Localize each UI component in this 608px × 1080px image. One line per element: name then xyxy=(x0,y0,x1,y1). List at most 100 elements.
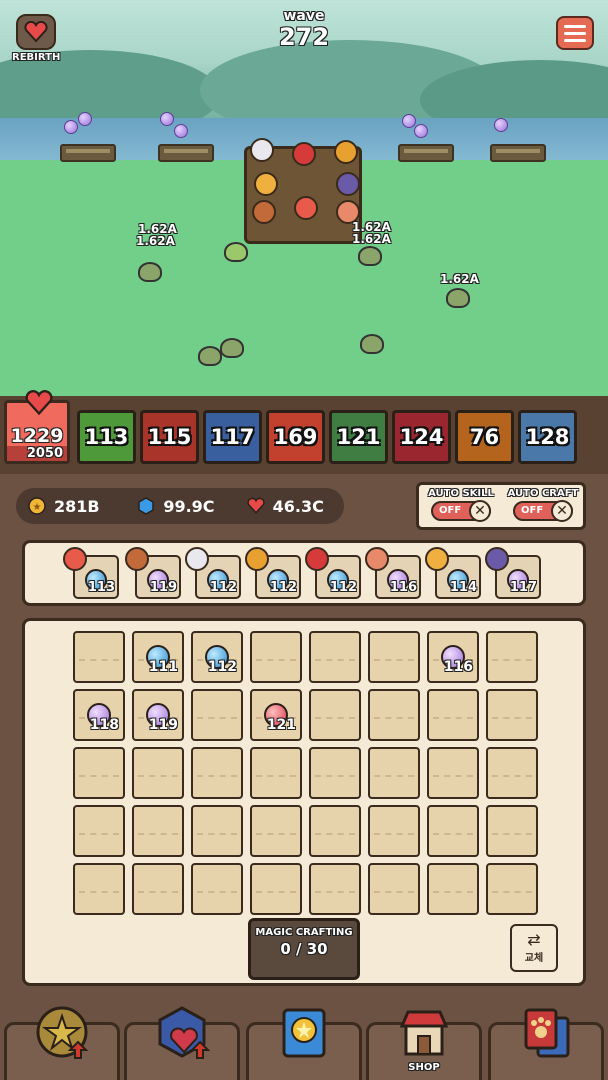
hero-slot[interactable]: 117 xyxy=(485,547,541,599)
hero-avatar xyxy=(485,547,509,571)
hero-slot[interactable]: 119 xyxy=(125,547,181,599)
hero-slot[interactable]: 112 xyxy=(245,547,301,599)
hero-slot[interactable]: 113 xyxy=(63,547,119,599)
hero-slot[interactable]: 112 xyxy=(185,547,241,599)
nav-shop[interactable]: SHOP xyxy=(366,1010,482,1080)
craft-cell[interactable] xyxy=(486,689,538,741)
auto-skill: AUTO SKILL OFF ✕ xyxy=(423,488,499,522)
craft-cell[interactable] xyxy=(368,747,420,799)
craft-cell[interactable] xyxy=(427,863,479,915)
craft-cell[interactable] xyxy=(368,805,420,857)
craft-cell[interactable] xyxy=(486,863,538,915)
hero-level-card[interactable]: 124 xyxy=(392,410,451,464)
menu-icon xyxy=(564,24,586,28)
hero-level-card[interactable]: 121 xyxy=(329,410,388,464)
hero-slot[interactable]: 114 xyxy=(425,547,481,599)
craft-cell[interactable] xyxy=(309,631,361,683)
craft-cell[interactable] xyxy=(486,631,538,683)
crafting-count: 0 / 30 xyxy=(280,940,328,958)
hero-level-card[interactable]: 128 xyxy=(518,410,577,464)
enemy-orb xyxy=(64,120,78,134)
hero-unit xyxy=(250,138,274,162)
craft-cell[interactable] xyxy=(191,863,243,915)
craft-cell[interactable] xyxy=(250,747,302,799)
craft-cell[interactable] xyxy=(368,863,420,915)
craft-cell[interactable] xyxy=(486,747,538,799)
craft-cell[interactable] xyxy=(132,747,184,799)
craft-cell[interactable] xyxy=(368,631,420,683)
nav-codex[interactable] xyxy=(246,1008,362,1080)
craft-cell[interactable]: 111 xyxy=(132,631,184,683)
swap-button[interactable]: ⇄ 교체 xyxy=(510,924,558,972)
craft-cell[interactable]: 116 xyxy=(427,631,479,683)
craft-cell[interactable] xyxy=(73,805,125,857)
craft-cell[interactable] xyxy=(73,747,125,799)
craft-cell[interactable] xyxy=(368,689,420,741)
menu-button[interactable] xyxy=(556,16,594,50)
magic-crafting-button[interactable]: MAGIC CRAFTING 0 / 30 xyxy=(248,918,360,980)
craft-cell[interactable] xyxy=(191,805,243,857)
red-heart-icon xyxy=(246,497,265,514)
hero-level-card[interactable]: 117 xyxy=(203,410,262,464)
craft-cell[interactable] xyxy=(250,805,302,857)
shop-icon xyxy=(395,1003,453,1061)
craft-cell[interactable] xyxy=(427,747,479,799)
craft-cell[interactable] xyxy=(427,805,479,857)
craft-cell[interactable]: 121 xyxy=(250,689,302,741)
craft-cell[interactable]: 118 xyxy=(73,689,125,741)
nav-cards[interactable] xyxy=(488,1008,604,1080)
craft-cell[interactable] xyxy=(73,863,125,915)
hero-level-card[interactable]: 113 xyxy=(77,410,136,464)
heart-icon xyxy=(25,390,53,416)
craft-cell[interactable]: 112 xyxy=(191,631,243,683)
hero-level-card[interactable]: 76 xyxy=(455,410,514,464)
enemy-unit xyxy=(138,262,162,282)
hp-max: 2050 xyxy=(7,446,67,461)
wave-number: 272 xyxy=(278,23,330,51)
orb-level: 112 xyxy=(207,659,237,675)
enemy-unit xyxy=(358,246,382,266)
hero-avatar xyxy=(305,547,329,571)
auto-craft-toggle[interactable]: OFF ✕ xyxy=(513,500,573,522)
auto-craft: AUTO CRAFT OFF ✕ xyxy=(505,488,581,522)
damage-text: 1.62A xyxy=(440,272,479,286)
craft-cell[interactable] xyxy=(250,631,302,683)
rebirth-button[interactable]: REBIRTH xyxy=(12,14,60,63)
heart-upgrade-icon xyxy=(153,1003,211,1061)
auto-craft-label: AUTO CRAFT xyxy=(507,488,579,499)
enemy-unit xyxy=(220,338,244,358)
craft-cell[interactable] xyxy=(191,747,243,799)
wave-counter: wave 272 xyxy=(254,8,354,50)
craft-cell[interactable] xyxy=(250,863,302,915)
gold-resource: ★ 281B xyxy=(28,497,125,516)
nav-upgrade[interactable] xyxy=(4,1006,120,1080)
orb-level: 111 xyxy=(148,659,178,675)
auto-skill-toggle[interactable]: OFF ✕ xyxy=(431,500,491,522)
heart-resource: 46.3C xyxy=(246,497,344,516)
craft-cell[interactable] xyxy=(427,689,479,741)
craft-cell[interactable] xyxy=(309,747,361,799)
craft-cell[interactable] xyxy=(191,689,243,741)
enemy-orb xyxy=(402,114,416,128)
craft-cell[interactable] xyxy=(132,805,184,857)
craft-cell[interactable] xyxy=(486,805,538,857)
craft-cell[interactable] xyxy=(73,631,125,683)
craft-cell[interactable] xyxy=(309,805,361,857)
enemy-orb xyxy=(414,124,428,138)
rebirth-label: REBIRTH xyxy=(12,52,61,63)
hero-level-card[interactable]: 115 xyxy=(140,410,199,464)
hero-slot[interactable]: 116 xyxy=(365,547,421,599)
damage-text: 1.62A xyxy=(352,232,391,246)
nav-hero-upgrade[interactable] xyxy=(124,1006,240,1080)
hero-level-card[interactable]: 169 xyxy=(266,410,325,464)
hero-avatar xyxy=(425,547,449,571)
craft-cell[interactable] xyxy=(309,689,361,741)
hero-slot[interactable]: 112 xyxy=(305,547,361,599)
hero-avatar xyxy=(63,547,87,571)
hero-unit xyxy=(334,140,358,164)
hero-avatar xyxy=(245,547,269,571)
craft-cell[interactable]: 119 xyxy=(132,689,184,741)
craft-cell[interactable] xyxy=(132,863,184,915)
orb-level: 121 xyxy=(266,717,296,733)
craft-cell[interactable] xyxy=(309,863,361,915)
